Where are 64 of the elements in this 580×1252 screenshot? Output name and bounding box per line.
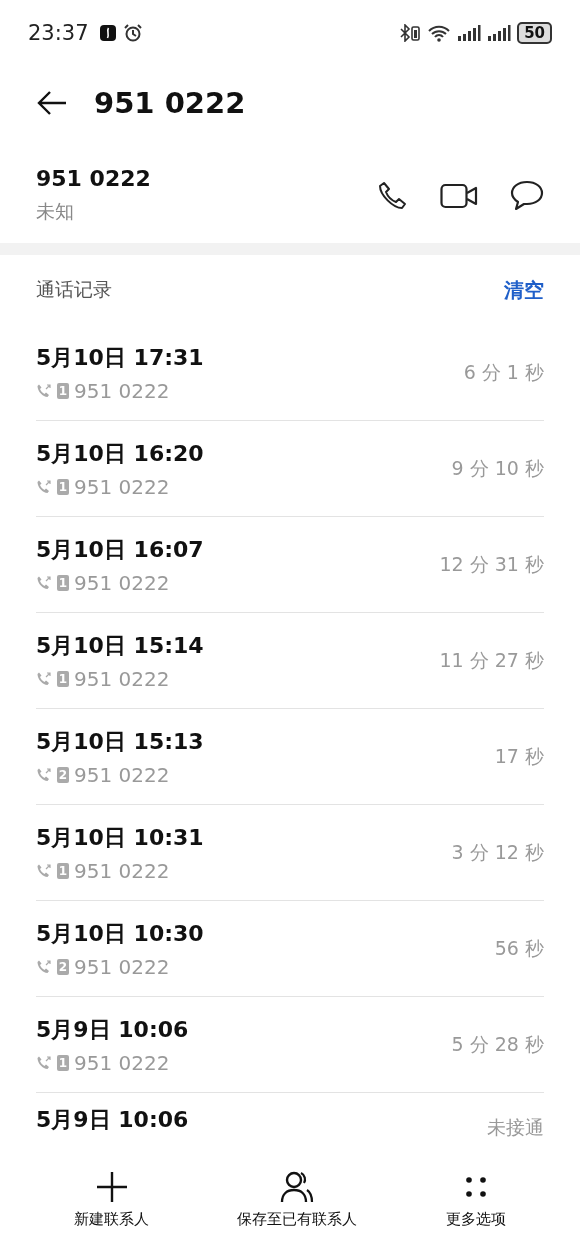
bluetooth-icon xyxy=(399,24,422,42)
call-date: 5月9日 10:06 xyxy=(36,1015,190,1044)
app-icon xyxy=(98,24,117,42)
call-number: 951 0222 xyxy=(74,858,170,883)
call-number: 951 0222 xyxy=(74,378,170,403)
phone-icon[interactable] xyxy=(376,179,408,212)
outgoing-call-icon xyxy=(36,766,52,783)
plus-icon xyxy=(94,1170,129,1204)
signal-icon xyxy=(487,24,512,42)
call-number: 951 0222 xyxy=(74,1050,170,1075)
video-call-icon[interactable] xyxy=(440,182,478,209)
outgoing-call-icon xyxy=(36,478,52,495)
wifi-icon xyxy=(427,24,452,42)
call-number: 951 0222 xyxy=(74,762,170,787)
call-number: 951 0222 xyxy=(74,570,170,595)
sim-badge: 1 xyxy=(57,862,69,879)
call-date: 5月10日 17:31 xyxy=(36,343,205,372)
contact-number: 951 0222 xyxy=(36,166,152,191)
toolbar-button[interactable]: 保存至已有联系人 xyxy=(237,1166,358,1233)
toolbar-button[interactable]: 更多选项 xyxy=(445,1166,506,1233)
contact-label: 未知 xyxy=(36,199,75,224)
call-duration: 5 分 28 秒 xyxy=(451,1031,544,1057)
call-duration: 12 分 31 秒 xyxy=(439,551,544,577)
outgoing-call-icon xyxy=(36,574,52,591)
call-date: 5月9日 10:06 xyxy=(36,1106,190,1134)
call-duration: 6 分 1 秒 xyxy=(463,359,544,385)
call-duration: 3 分 12 秒 xyxy=(451,839,544,865)
call-duration: 11 分 27 秒 xyxy=(439,647,544,673)
call-date: 5月10日 15:13 xyxy=(36,727,205,756)
status-time: 23:37 xyxy=(28,21,89,45)
outgoing-call-icon xyxy=(36,670,52,687)
alarm-icon xyxy=(122,23,143,43)
call-date: 5月10日 15:14 xyxy=(36,631,205,660)
call-date: 5月10日 16:07 xyxy=(36,535,205,564)
message-icon[interactable] xyxy=(510,179,544,212)
call-duration: 未接通 xyxy=(487,1115,544,1140)
call-date: 5月10日 10:31 xyxy=(36,823,205,852)
call-number: 951 0222 xyxy=(74,954,170,979)
page-title: 951 0222 xyxy=(94,86,246,120)
back-icon[interactable] xyxy=(36,89,68,117)
person-icon xyxy=(279,1170,316,1204)
signal-icon xyxy=(457,24,482,42)
outgoing-call-icon xyxy=(36,1054,52,1071)
sim-badge: 2 xyxy=(57,766,69,783)
call-number: 951 0222 xyxy=(74,474,170,499)
sim-badge: 1 xyxy=(57,670,69,687)
section-title: 通话记录 xyxy=(36,277,112,302)
clear-button[interactable]: 清空 xyxy=(504,276,544,304)
call-date: 5月10日 10:30 xyxy=(36,919,205,948)
call-number: 951 0222 xyxy=(74,666,170,691)
toolbar-button[interactable]: 新建联系人 xyxy=(74,1166,150,1233)
outgoing-call-icon xyxy=(36,382,52,399)
sim-badge: 1 xyxy=(57,1054,69,1071)
call-duration: 56 秒 xyxy=(494,935,544,961)
call-date: 5月10日 16:20 xyxy=(36,439,205,468)
call-duration: 17 秒 xyxy=(494,743,544,769)
sim-badge: 1 xyxy=(57,478,69,495)
sim-badge: 1 xyxy=(57,382,69,399)
outgoing-call-icon xyxy=(36,862,52,879)
sim-badge: 2 xyxy=(57,958,69,975)
call-duration: 9 分 10 秒 xyxy=(451,455,544,481)
battery-level: 50 xyxy=(517,22,552,44)
outgoing-call-icon xyxy=(36,958,52,975)
sim-badge: 1 xyxy=(57,574,69,591)
